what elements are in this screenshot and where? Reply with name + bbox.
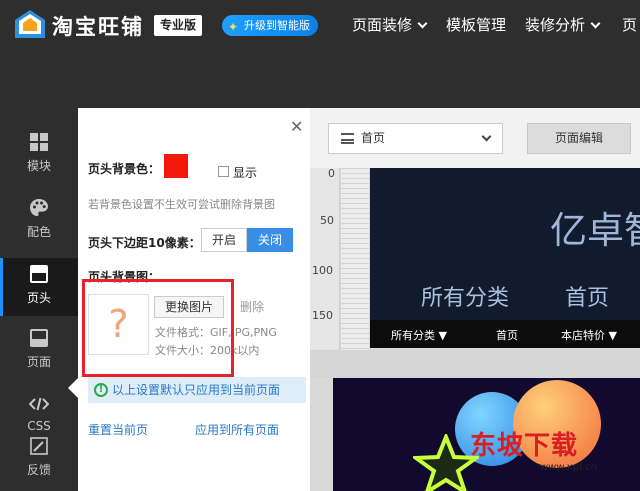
menu-icon — [341, 133, 354, 144]
grid-icon — [30, 133, 48, 151]
brand-name: 淘宝旺铺 — [52, 15, 144, 39]
margin-on-button[interactable]: 开启 — [201, 228, 247, 252]
upgrade-label: 升级到智能版 — [244, 19, 310, 32]
info-icon: ! — [94, 383, 108, 397]
sidebar-item-label: 模块 — [26, 159, 51, 173]
navbar-item: 首页 — [496, 329, 518, 342]
navbar-item: 本店特价 ▼ — [561, 329, 617, 342]
sidebar-item-label: 页头 — [26, 291, 51, 305]
bg-color-swatch[interactable] — [164, 154, 188, 178]
close-icon[interactable]: ✕ — [290, 119, 303, 135]
chevron-down-icon — [481, 131, 492, 142]
watermark-text: 东坡下载 — [470, 431, 579, 461]
vertical-ruler — [310, 168, 340, 350]
page-icon — [30, 329, 48, 347]
sidebar-item-feedback[interactable]: 反馈 — [0, 430, 78, 488]
page-select[interactable]: 首页 — [328, 123, 503, 154]
show-checkbox[interactable] — [218, 166, 229, 177]
chevron-down-icon — [590, 18, 601, 29]
sparkle-icon: ✦ — [228, 20, 239, 34]
sidebar-item-modules[interactable]: 模块 — [0, 126, 78, 184]
section-gap — [310, 350, 640, 378]
watermark-url: www.xpf.cn — [540, 462, 597, 473]
nav-template-management[interactable]: 模板管理 — [446, 14, 506, 35]
taobao-logo-icon — [15, 10, 45, 38]
code-icon — [29, 397, 49, 411]
ruler-tick: 100 — [312, 264, 333, 277]
ruler-strip — [341, 168, 369, 350]
ruler-tick: 0 — [328, 167, 335, 180]
margin-label: 页头下边距10像素： — [88, 236, 201, 250]
navbar-item: 所有分类 ▼ — [391, 329, 447, 342]
notice-banner: 以上设置默认只应用到当前页面 — [88, 377, 306, 403]
left-sidebar: 模块 配色 页头 页面 CSS 反馈 — [0, 108, 78, 491]
show-label: 显示 — [233, 166, 258, 180]
header-icon — [30, 265, 48, 283]
bg-hint-text: 若背景色设置不生效可尝试删除背景图 — [88, 198, 275, 211]
banner-nav-item: 所有分类 — [421, 286, 510, 311]
feedback-icon — [30, 437, 48, 455]
ruler-tick: 150 — [312, 309, 333, 322]
sidebar-item-header[interactable]: 页头 — [0, 258, 78, 316]
page-select-value: 首页 — [361, 131, 386, 145]
sidebar-item-label: 配色 — [26, 225, 51, 239]
panel-pointer — [68, 378, 78, 398]
delete-image-link[interactable]: 删除 — [240, 298, 264, 315]
banner-nav-item: 首页 — [565, 286, 610, 311]
edition-badge: 专业版 — [154, 15, 203, 36]
sidebar-item-colors[interactable]: 配色 — [0, 192, 78, 250]
chevron-down-icon — [417, 18, 428, 29]
highlight-box — [82, 279, 234, 377]
page-edit-button[interactable]: 页面编辑 — [527, 123, 631, 154]
bg-color-label: 页头背景色： — [88, 162, 161, 176]
apply-all-pages-link[interactable]: 应用到所有页面 — [195, 421, 279, 438]
active-indicator — [0, 258, 3, 316]
app-root: 淘宝旺铺 专业版 ✦ 升级到智能版 页面装修 模板管理 装修分析 页 模块 配色… — [0, 0, 640, 491]
margin-off-button[interactable]: 关闭 — [247, 228, 293, 252]
sidebar-item-label: 页面 — [26, 355, 51, 369]
reset-page-link[interactable]: 重置当前页 — [88, 421, 148, 438]
nav-page-decoration[interactable]: 页面装修 — [352, 14, 428, 35]
upgrade-button[interactable]: ✦ 升级到智能版 — [222, 15, 318, 36]
banner-title: 亿卓智 — [550, 209, 640, 252]
palette-icon — [30, 199, 48, 216]
nav-decoration-analysis[interactable]: 装修分析 — [525, 14, 601, 35]
ruler-tick: 50 — [320, 214, 334, 227]
sidebar-item-label: 反馈 — [26, 463, 51, 477]
sidebar-item-page[interactable]: 页面 — [0, 322, 78, 380]
nav-more[interactable]: 页 — [622, 14, 637, 35]
